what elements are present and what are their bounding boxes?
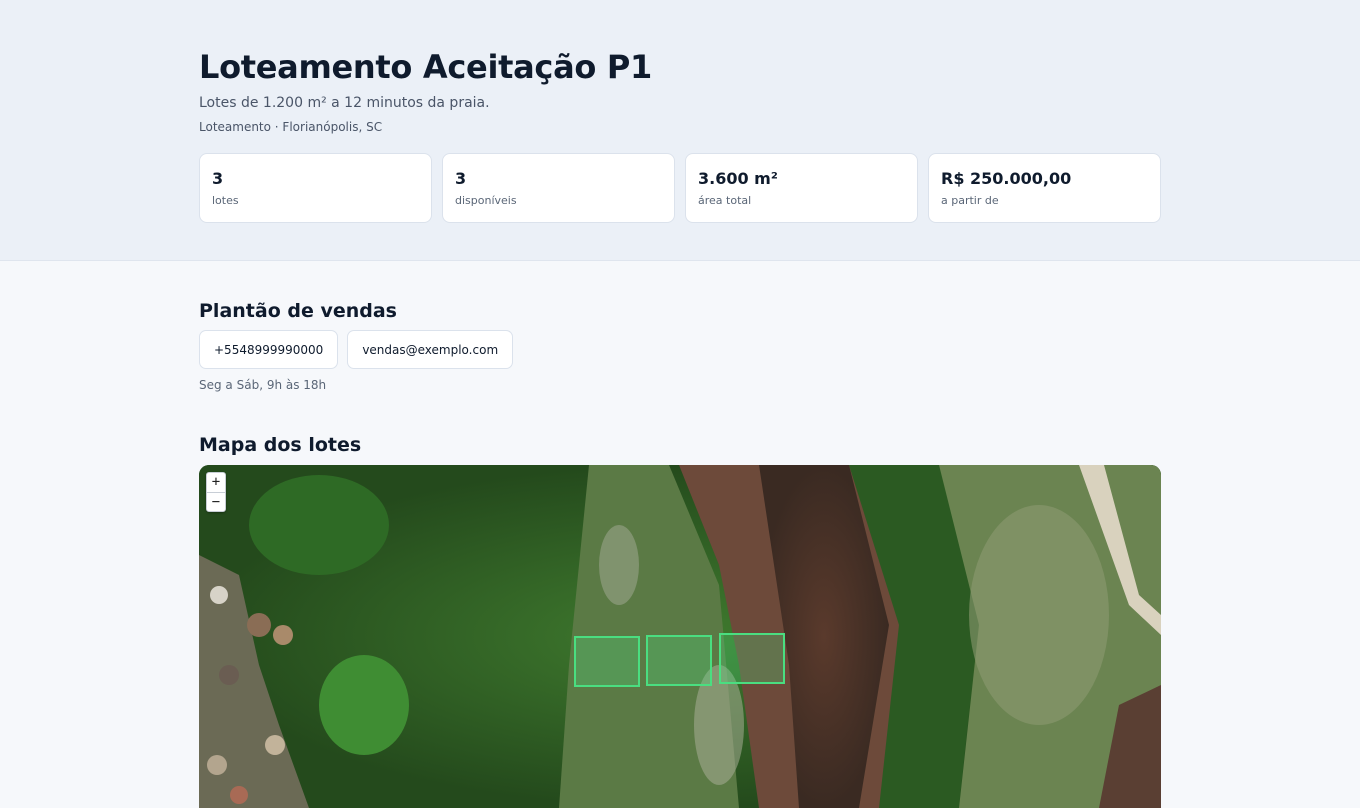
lot-polygon[interactable] xyxy=(646,635,712,686)
stat-value: 3.600 m² xyxy=(698,169,778,188)
page-meta: Loteamento · Florianópolis, SC xyxy=(199,120,383,134)
zoom-in-button[interactable]: + xyxy=(207,473,225,492)
map-heading: Mapa dos lotes xyxy=(199,434,362,456)
stat-value: R$ 250.000,00 xyxy=(941,169,1072,188)
stat-card-total-area: 3.600 m² área total xyxy=(685,153,918,223)
stat-card-available: 3 disponíveis xyxy=(442,153,675,223)
stat-label: a partir de xyxy=(941,194,999,207)
stats-row: 3 lotes 3 disponíveis 3.600 m² área tota… xyxy=(199,153,1161,223)
zoom-control: + − xyxy=(206,472,226,512)
page-subtitle: Lotes de 1.200 m² a 12 minutos da praia. xyxy=(199,95,490,111)
stat-label: disponíveis xyxy=(455,194,517,207)
sales-heading: Plantão de vendas xyxy=(199,300,397,322)
lot-polygon[interactable] xyxy=(574,636,640,687)
zoom-out-button[interactable]: − xyxy=(207,492,225,511)
stat-label: área total xyxy=(698,194,752,207)
lot-polygon[interactable] xyxy=(719,633,785,684)
sales-hours: Seg a Sáb, 9h às 18h xyxy=(199,378,327,392)
stat-card-price: R$ 250.000,00 a partir de xyxy=(928,153,1161,223)
lots-overlay xyxy=(574,633,785,687)
stat-value: 3 xyxy=(455,169,467,188)
lots-map[interactable]: + − xyxy=(199,465,1161,808)
page-title: Loteamento Aceitação P1 xyxy=(199,48,653,86)
phone-button[interactable]: +5548999990000 xyxy=(199,330,339,369)
stat-card-lots: 3 lotes xyxy=(199,153,432,223)
stat-label: lotes xyxy=(212,194,239,207)
email-button[interactable]: vendas@exemplo.com xyxy=(347,330,514,369)
stat-value: 3 xyxy=(212,169,224,188)
contact-row: +5548999990000 vendas@exemplo.com xyxy=(199,330,514,369)
